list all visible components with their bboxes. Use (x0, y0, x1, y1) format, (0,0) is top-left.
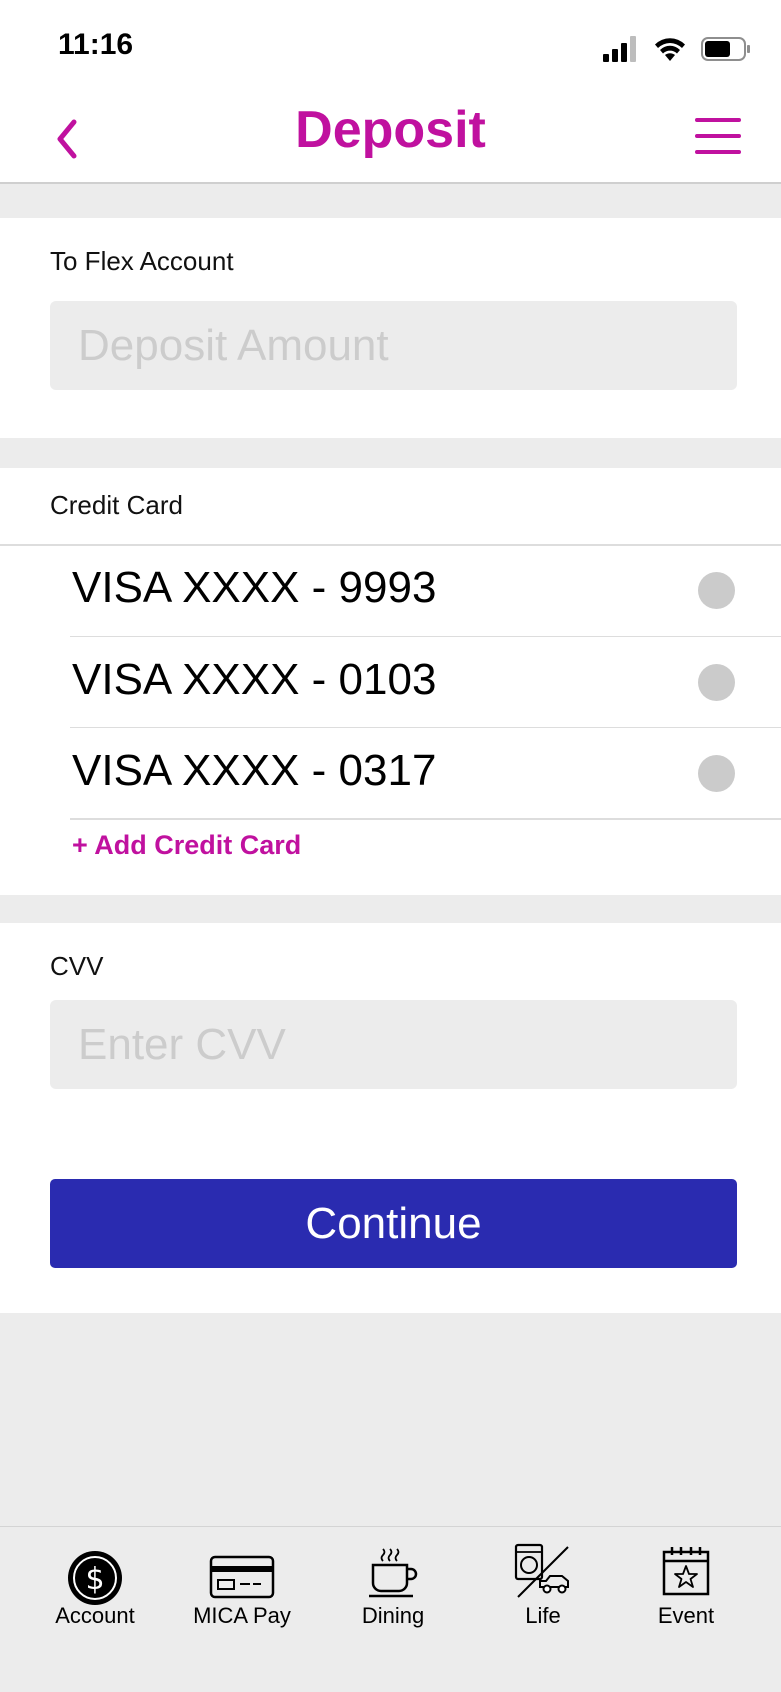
tab-label: Account (55, 1603, 135, 1628)
coffee-cup-icon (369, 1548, 418, 1598)
hamburger-menu-icon (695, 118, 741, 154)
credit-card-option[interactable]: VISA XXXX - 0103 (70, 636, 781, 728)
credit-card-radio[interactable] (698, 755, 735, 792)
tab-dining[interactable]: Dining (333, 1527, 453, 1647)
deposit-section: To Flex Account (0, 218, 781, 438)
tab-label: MICA Pay (193, 1603, 291, 1628)
tab-bar: $ Account MICA Pay Dining Life Event (0, 1526, 781, 1692)
page-title: Deposit (295, 101, 486, 159)
status-time: 11:16 (58, 28, 134, 61)
credit-card-label: VISA XXXX - 0317 (72, 746, 437, 795)
tab-life[interactable]: Life (483, 1527, 603, 1647)
tab-label: Life (525, 1603, 561, 1628)
nav-bar: Deposit (0, 92, 781, 184)
status-bar: 11:16 (0, 0, 781, 92)
dollar-coin-icon: $ (68, 1551, 122, 1605)
tab-event[interactable]: Event (626, 1527, 746, 1647)
credit-card-label: VISA XXXX - 0103 (72, 655, 437, 704)
tab-account[interactable]: $ Account (35, 1527, 155, 1647)
credit-card-label: VISA XXXX - 9993 (72, 563, 437, 612)
credit-card-option[interactable]: VISA XXXX - 0317 (70, 727, 781, 819)
credit-card-radio[interactable] (698, 664, 735, 701)
credit-card-icon (209, 1555, 275, 1599)
tab-mica-pay[interactable]: MICA Pay (182, 1527, 302, 1647)
wifi-icon (655, 38, 685, 61)
credit-card-radio[interactable] (698, 572, 735, 609)
credit-card-section-label: Credit Card (50, 490, 183, 520)
credit-card-option[interactable]: VISA XXXX - 9993 (70, 545, 781, 636)
svg-text:$: $ (85, 1562, 104, 1597)
cvv-section-label: CVV (50, 951, 104, 981)
battery-icon (701, 37, 750, 61)
tab-label: Dining (361, 1603, 425, 1628)
deposit-section-label: To Flex Account (50, 246, 234, 276)
tab-label: Event (657, 1603, 715, 1628)
cvv-input[interactable] (50, 1000, 737, 1089)
signal-icon (603, 36, 636, 62)
laundry-car-icon (514, 1543, 569, 1598)
credit-card-list-divider (70, 818, 781, 820)
menu-button[interactable] (693, 114, 743, 158)
continue-button[interactable]: Continue (50, 1179, 737, 1268)
calendar-star-icon (662, 1547, 710, 1596)
add-credit-card-link[interactable]: + Add Credit Card (72, 830, 301, 861)
status-icons (603, 34, 751, 64)
deposit-amount-input[interactable] (50, 301, 737, 390)
